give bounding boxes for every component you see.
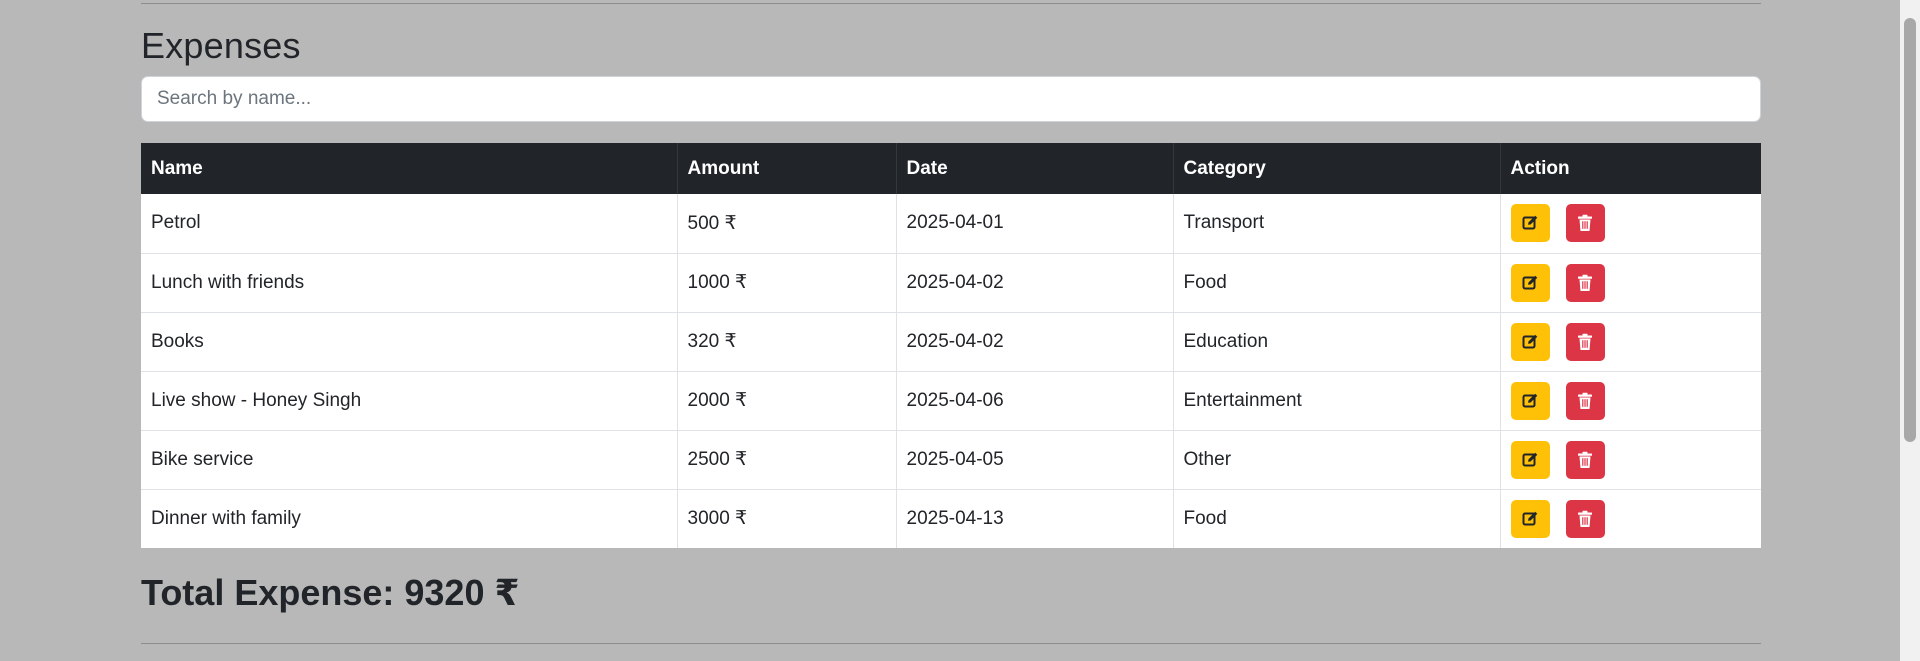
action-cell [1500,430,1761,490]
vertical-scrollbar[interactable] [1900,0,1920,661]
edit-button[interactable] [1510,204,1550,243]
edit-icon [1522,511,1538,526]
expense-name-cell: Lunch with friends [141,253,678,313]
expense-category-cell: Transport [1173,194,1501,254]
trash-icon [1578,215,1592,232]
delete-button[interactable] [1565,322,1605,361]
page-title: Expenses [141,25,301,66]
column-header-date: Date [896,143,1174,194]
column-header-amount: Amount [677,143,897,194]
edit-icon [1522,452,1538,466]
edit-button[interactable] [1510,263,1550,302]
column-header-name: Name [141,143,678,194]
row-actions [1510,499,1752,538]
expense-category-cell: Food [1173,489,1501,548]
expenses-table-wrapper: Name Amount Date Category Action Petrol … [141,143,1761,548]
edit-button[interactable] [1510,322,1550,361]
table-row: Live show - Honey Singh 2000 ₹ 2025-04-0… [141,371,1761,431]
delete-button[interactable] [1565,263,1605,302]
edit-icon [1522,393,1538,407]
edit-button[interactable] [1510,499,1550,538]
trash-icon [1578,392,1592,409]
column-header-action: Action [1500,143,1761,194]
edit-icon [1522,275,1538,289]
expenses-table: Name Amount Date Category Action Petrol … [141,143,1761,548]
delete-button[interactable] [1565,440,1605,479]
table-row: Books 320 ₹ 2025-04-02 Education [141,312,1761,372]
bottom-divider [141,643,1761,644]
table-row: Dinner with family 3000 ₹ 2025-04-13 Foo… [141,489,1761,548]
total-expense: Total Expense: 9320 ₹ [141,572,520,613]
action-cell [1500,312,1761,372]
expense-amount-cell: 1000 ₹ [677,253,897,313]
expense-date-cell: 2025-04-06 [896,371,1174,431]
expense-name-cell: Books [141,312,678,372]
edit-button[interactable] [1510,440,1550,479]
column-header-category: Category [1173,143,1501,194]
expense-amount-cell: 500 ₹ [677,194,897,254]
delete-button[interactable] [1565,381,1605,420]
delete-button[interactable] [1565,499,1605,538]
expense-amount-cell: 320 ₹ [677,312,897,372]
row-actions [1510,263,1752,302]
row-actions [1510,204,1752,243]
expense-amount-cell: 3000 ₹ [677,489,897,548]
action-cell [1500,371,1761,431]
expense-name-cell: Petrol [141,194,678,254]
expense-amount-cell: 2500 ₹ [677,430,897,490]
expense-name-cell: Live show - Honey Singh [141,371,678,431]
trash-icon [1578,451,1592,468]
expense-category-cell: Food [1173,253,1501,313]
edit-icon [1522,215,1538,230]
action-cell [1500,194,1761,254]
expense-name-cell: Bike service [141,430,678,490]
trash-icon [1578,333,1592,350]
action-cell [1500,253,1761,313]
table-row: Petrol 500 ₹ 2025-04-01 Transport [141,194,1761,254]
expense-date-cell: 2025-04-13 [896,489,1174,548]
expense-date-cell: 2025-04-02 [896,253,1174,313]
edit-button[interactable] [1510,381,1550,420]
scrollbar-thumb[interactable] [1904,18,1916,442]
edit-icon [1522,334,1538,348]
expense-name-cell: Dinner with family [141,489,678,548]
expense-category-cell: Entertainment [1173,371,1501,431]
delete-button[interactable] [1565,204,1605,243]
trash-icon [1578,510,1592,527]
table-row: Bike service 2500 ₹ 2025-04-05 Other [141,430,1761,490]
expense-date-cell: 2025-04-05 [896,430,1174,490]
expenses-page: Expenses Name Amount Date Category Actio… [0,0,1920,661]
action-cell [1500,489,1761,548]
table-row: Lunch with friends 1000 ₹ 2025-04-02 Foo… [141,253,1761,313]
table-header-row: Name Amount Date Category Action [141,143,1761,194]
expense-category-cell: Education [1173,312,1501,372]
row-actions [1510,381,1752,420]
expense-category-cell: Other [1173,430,1501,490]
row-actions [1510,440,1752,479]
search-input[interactable] [141,76,1761,122]
trash-icon [1578,274,1592,291]
expense-date-cell: 2025-04-01 [896,194,1174,254]
expense-date-cell: 2025-04-02 [896,312,1174,372]
expense-amount-cell: 2000 ₹ [677,371,897,431]
row-actions [1510,322,1752,361]
top-divider [141,3,1761,4]
